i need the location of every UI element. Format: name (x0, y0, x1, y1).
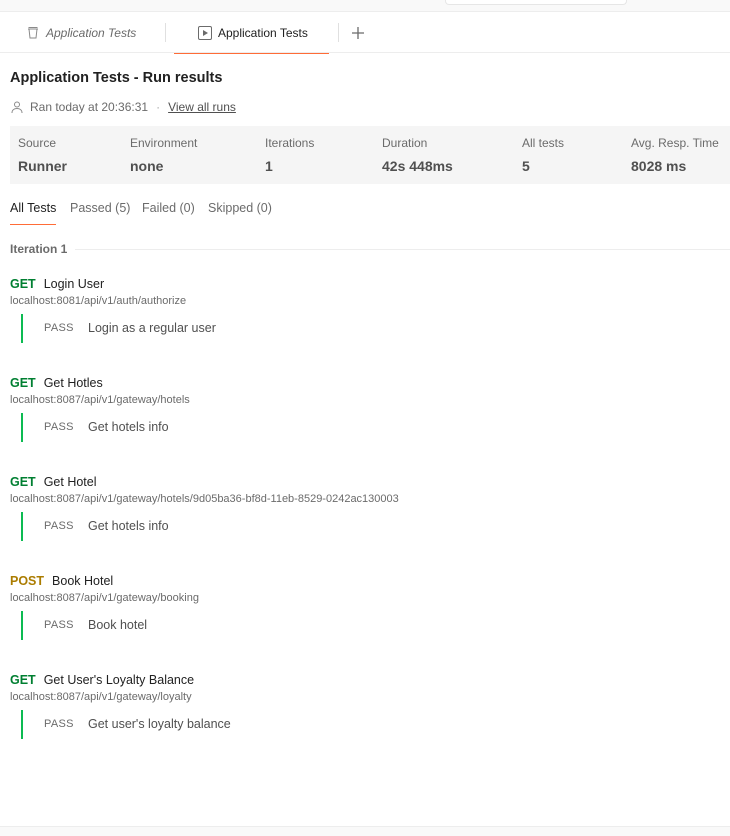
user-icon (10, 100, 24, 114)
test-result: PASS Get hotels info (21, 512, 621, 541)
view-all-runs-link[interactable]: View all runs (168, 100, 236, 114)
test-result: PASS Get user's loyalty balance (21, 710, 621, 739)
tab-divider (165, 23, 166, 42)
new-tab-plus-icon[interactable] (348, 23, 368, 43)
test-name: Book hotel (88, 618, 148, 632)
test-result: PASS Get hotels info (21, 413, 621, 442)
summary-value: Runner (18, 158, 67, 174)
summary-value: 1 (265, 158, 273, 174)
summary-label: Avg. Resp. Time (631, 136, 719, 150)
summary-label: Duration (382, 136, 428, 150)
pass-indicator (21, 611, 23, 640)
summary-value: 42s 448ms (382, 158, 453, 174)
request-url: localhost:8087/api/v1/gateway/hotels/9d0… (10, 493, 399, 505)
search-bar-edge[interactable] (445, 0, 627, 5)
request-method: POST (10, 574, 45, 588)
tab-run-results[interactable]: Application Tests (174, 12, 329, 54)
run-icon (198, 25, 212, 40)
tab-divider (338, 23, 339, 42)
divider (75, 248, 730, 250)
summary-label: Environment (130, 136, 198, 150)
iteration-label: Iteration 1 (10, 242, 68, 256)
request-name[interactable]: Login User (44, 277, 104, 291)
request-method: GET (10, 475, 36, 489)
request-name[interactable]: Get Hotles (44, 376, 103, 390)
test-status: PASS (44, 322, 74, 334)
test-status: PASS (44, 520, 74, 532)
summary-label: Source (18, 136, 57, 150)
test-status: PASS (44, 718, 74, 730)
iteration-header: Iteration 1 (10, 241, 730, 257)
filter-skipped[interactable]: Skipped (0) (208, 201, 272, 225)
summary-label: All tests (522, 136, 565, 150)
top-strip (0, 0, 730, 12)
test-name: Get user's loyalty balance (88, 717, 231, 731)
tab-bar: Application Tests Application Tests (0, 12, 730, 54)
test-result: PASS Book hotel (21, 611, 621, 640)
test-name: Get hotels info (88, 420, 169, 434)
page-title: Application Tests - Run results (10, 70, 223, 86)
request-url: localhost:8087/api/v1/gateway/loyalty (10, 691, 192, 703)
request-method: GET (10, 376, 36, 390)
pass-indicator (21, 710, 23, 739)
tab-label: Application Tests (46, 25, 137, 40)
pass-indicator (21, 314, 23, 343)
summary-value: 5 (522, 158, 530, 174)
tab-label: Application Tests (218, 25, 308, 40)
status-bar (0, 826, 730, 836)
pass-indicator (21, 512, 23, 541)
collection-icon (26, 26, 40, 40)
request-name[interactable]: Get User's Loyalty Balance (44, 673, 194, 687)
run-time-text: Ran today at 20:36:31 (30, 100, 149, 114)
test-status: PASS (44, 421, 74, 433)
request-method: GET (10, 277, 36, 291)
run-summary: Source Runner Environment none Iteration… (10, 126, 730, 184)
request-name[interactable]: Get Hotel (44, 475, 97, 489)
summary-value: none (130, 158, 164, 174)
summary-label: Iterations (265, 136, 315, 150)
pass-indicator (21, 413, 23, 442)
test-status: PASS (44, 619, 74, 631)
request-method: GET (10, 673, 36, 687)
request-url: localhost:8087/api/v1/gateway/hotels (10, 394, 190, 406)
filter-all-tests[interactable]: All Tests (10, 201, 57, 225)
filter-failed[interactable]: Failed (0) (142, 201, 195, 225)
filter-passed[interactable]: Passed (5) (70, 201, 130, 225)
test-name: Get hotels info (88, 519, 169, 533)
summary-value: 8028 ms (631, 158, 687, 174)
request-name[interactable]: Book Hotel (52, 574, 113, 588)
test-result: PASS Login as a regular user (21, 314, 621, 343)
request-url: localhost:8087/api/v1/gateway/booking (10, 592, 199, 604)
meta-separator: · (156, 100, 161, 114)
tab-collection[interactable]: Application Tests (26, 12, 136, 53)
request-url: localhost:8081/api/v1/auth/authorize (10, 295, 187, 307)
test-name: Login as a regular user (88, 321, 216, 335)
run-meta: Ran today at 20:36:31 · View all runs (10, 99, 236, 115)
